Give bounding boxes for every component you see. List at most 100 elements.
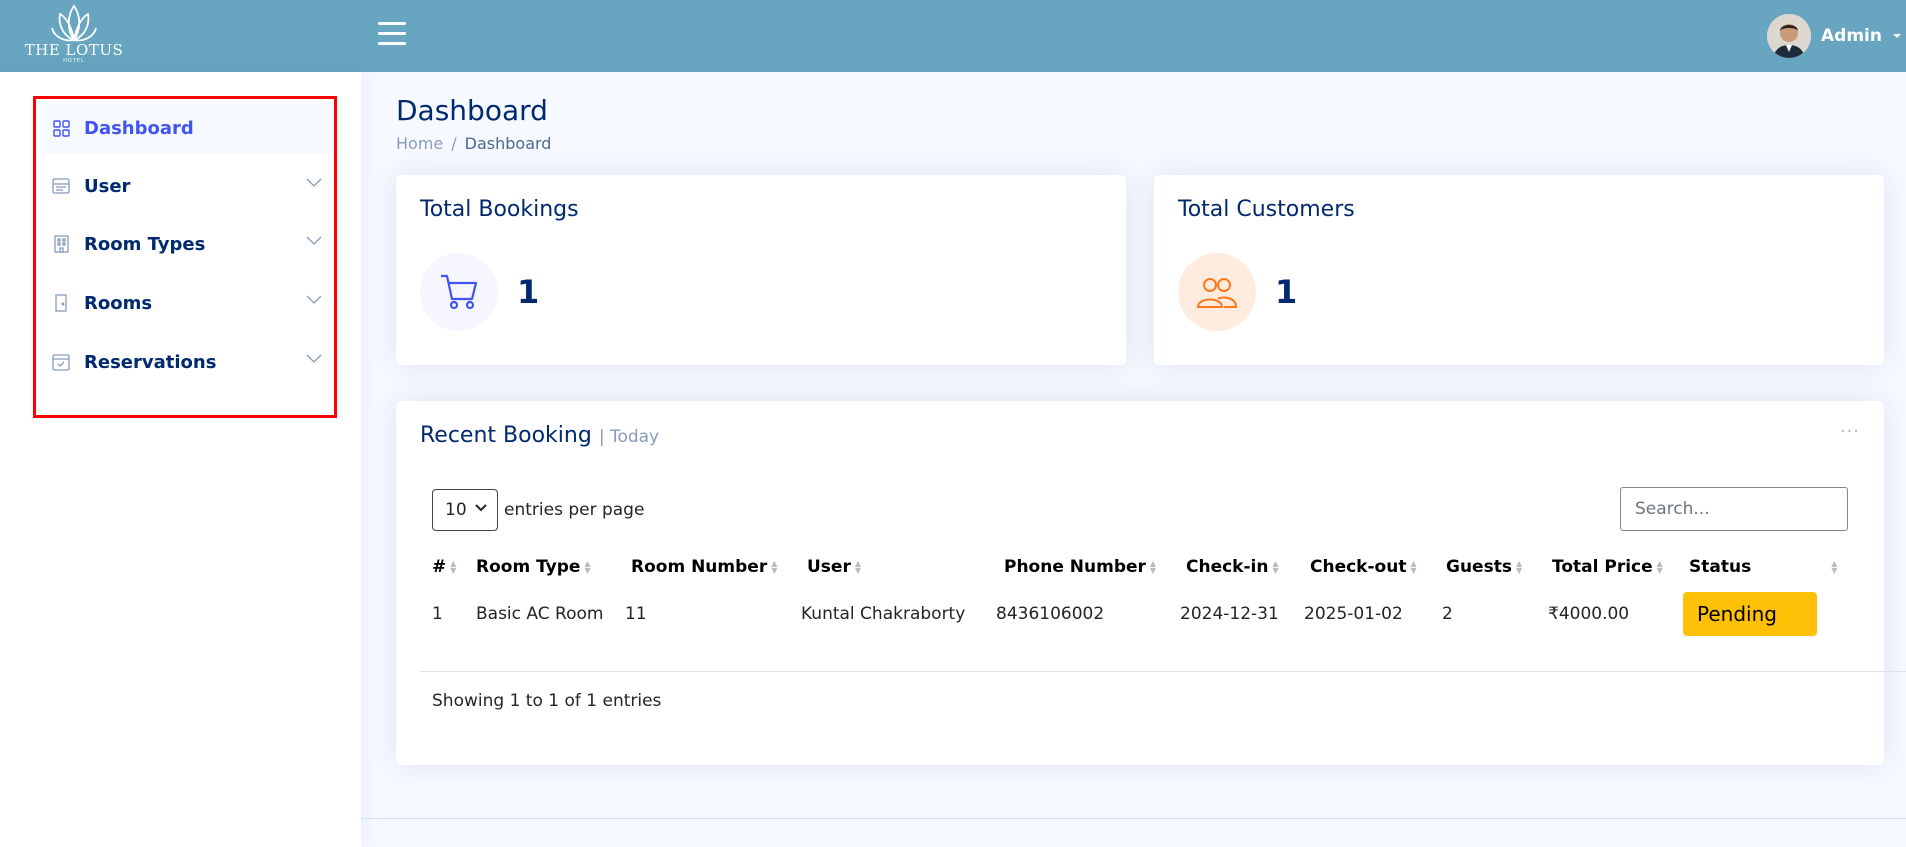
column-header-label: Check-out [1310, 557, 1407, 577]
toggle-sidebar-button[interactable] [378, 22, 406, 46]
per-page-label: entries per page [504, 500, 645, 520]
chevron-down-icon [306, 295, 322, 304]
column-header-label: Phone Number [1004, 557, 1146, 577]
breadcrumb-current: Dashboard [464, 134, 552, 153]
per-page-select[interactable]: 10 [432, 489, 498, 531]
column-header-label: Status [1689, 557, 1752, 577]
people-icon [1178, 253, 1256, 331]
table-row: 1 Basic AC Room 11 Kuntal Chakraborty 84… [420, 589, 1906, 639]
column-header-label: Guests [1446, 557, 1512, 577]
avatar [1767, 14, 1812, 58]
brand-name: THE LOTUS [24, 41, 124, 59]
lotus-icon [51, 4, 97, 42]
sort-icon: ▲ ▼ [1272, 559, 1279, 575]
footer-divider [361, 818, 1906, 819]
column-header-label: Total Price [1552, 557, 1653, 577]
sidebar-item-dashboard[interactable]: Dashboard [43, 102, 334, 154]
card-title: Total Customers [1178, 197, 1355, 222]
sidebar-item-user[interactable]: User [43, 160, 334, 212]
sort-icon: ▲ ▼ [450, 559, 457, 575]
caret-down-icon [1893, 34, 1901, 38]
cell-check-in: 2024-12-31 [1180, 604, 1279, 624]
door-icon [52, 294, 70, 312]
total-bookings-value: 1 [517, 273, 540, 311]
bookings-table: # ▲ ▼ Room Type ▲ ▼ Room Number ▲ ▼ User ▲ ▼ Pho… [420, 545, 1906, 639]
recent-booking-card: Recent Booking | Today ··· 10 entries pe… [396, 401, 1906, 765]
sidebar-item-reservations[interactable]: Reservations [43, 336, 334, 388]
column-header-label: Room Number [631, 557, 768, 577]
column-header-label: User [807, 557, 851, 577]
status-badge: Pending [1683, 592, 1817, 636]
breadcrumb: Home / Dashboard [396, 134, 551, 153]
cell-user: Kuntal Chakraborty [801, 604, 966, 624]
chevron-down-icon [306, 354, 322, 363]
column-header-check-out[interactable]: Check-out ▲ ▼ [1302, 545, 1440, 589]
sidebar-highlight-box: Dashboard User Room Types Rooms Reservat… [33, 96, 337, 418]
card-title: Recent Booking | Today [420, 423, 659, 448]
top-header: THE LOTUS HOTEL Admin [0, 0, 1906, 72]
column-header-room-number[interactable]: Room Number ▲ ▼ [619, 545, 799, 589]
sidebar: Dashboard User Room Types Rooms Reservat… [0, 72, 361, 847]
table-divider [420, 671, 1906, 672]
sidebar-item-rooms[interactable]: Rooms [43, 277, 334, 329]
total-customers-card: Total Customers 1 [1154, 175, 1884, 365]
cell-room-number: 11 [625, 604, 647, 624]
chevron-down-icon [306, 236, 322, 245]
cell-number: 1 [432, 604, 443, 624]
cell-total-price: ₹4000.00 [1548, 604, 1630, 624]
sidebar-item-room-types[interactable]: Room Types [43, 218, 334, 270]
calendar-check-icon [52, 353, 70, 371]
sidebar-item-label: Reservations [84, 351, 217, 373]
sort-icon: ▲ ▼ [1831, 559, 1838, 575]
breadcrumb-home-link[interactable]: Home [396, 134, 443, 153]
hamburger-bar [378, 42, 406, 45]
column-header-phone-number[interactable]: Phone Number ▲ ▼ [994, 545, 1178, 589]
more-options-icon[interactable]: ··· [1840, 421, 1860, 442]
cart-icon [420, 253, 498, 331]
sort-icon: ▲ ▼ [1149, 559, 1157, 575]
column-header-room-type[interactable]: Room Type ▲ ▼ [464, 545, 619, 589]
column-header-label: Room Type [476, 557, 581, 577]
sort-icon: ▲ ▼ [1410, 559, 1417, 575]
sidebar-item-label: User [84, 175, 131, 197]
column-header-guests[interactable]: Guests ▲ ▼ [1440, 545, 1546, 589]
total-bookings-card: Total Bookings 1 [396, 175, 1126, 365]
cell-room-type: Basic AC Room [476, 604, 604, 624]
hamburger-bar [378, 22, 406, 25]
sidebar-item-label: Rooms [84, 292, 153, 314]
entries-per-page: 10 entries per page [432, 489, 644, 531]
building-icon [52, 235, 70, 253]
profile-menu[interactable]: Admin [1767, 14, 1906, 58]
cell-phone-number: 8436106002 [996, 604, 1105, 624]
sort-icon: ▲ ▼ [1515, 559, 1523, 575]
column-header-total-price[interactable]: Total Price ▲ ▼ [1546, 545, 1683, 589]
grid-icon [52, 119, 70, 137]
hamburger-bar [378, 32, 406, 35]
per-page-value: 10 [445, 500, 467, 520]
breadcrumb-separator: / [451, 134, 457, 153]
table-info: Showing 1 to 1 of 1 entries [432, 691, 662, 711]
total-customers-value: 1 [1275, 273, 1298, 311]
user-name: Admin [1821, 26, 1882, 46]
chevron-down-icon [475, 504, 487, 512]
column-header-check-in[interactable]: Check-in ▲ ▼ [1178, 545, 1302, 589]
brand-logo[interactable]: THE LOTUS HOTEL [22, 2, 126, 72]
search-input[interactable]: Search... [1620, 487, 1848, 531]
sidebar-item-label: Room Types [84, 233, 206, 255]
cell-status: Pending [1683, 589, 1906, 639]
card-list-icon [52, 177, 70, 195]
recent-booking-title: Recent Booking [420, 423, 592, 448]
column-header-number[interactable]: # ▲ ▼ [420, 545, 464, 589]
cell-check-out: 2025-01-02 [1304, 604, 1403, 624]
page-title: Dashboard [396, 94, 548, 127]
table-header-row: # ▲ ▼ Room Type ▲ ▼ Room Number ▲ ▼ User ▲ ▼ Pho… [420, 545, 1906, 589]
column-header-label: # [432, 557, 447, 577]
column-header-status[interactable]: Status ▲ ▼ [1683, 545, 1906, 589]
column-header-label: Check-in [1186, 557, 1269, 577]
column-header-user[interactable]: User ▲ ▼ [799, 545, 994, 589]
card-title: Total Bookings [420, 197, 579, 222]
sidebar-item-label: Dashboard [84, 117, 194, 139]
sort-icon: ▲ ▼ [1656, 559, 1663, 575]
sort-icon: ▲ ▼ [771, 559, 778, 575]
sort-icon: ▲ ▼ [854, 559, 861, 575]
